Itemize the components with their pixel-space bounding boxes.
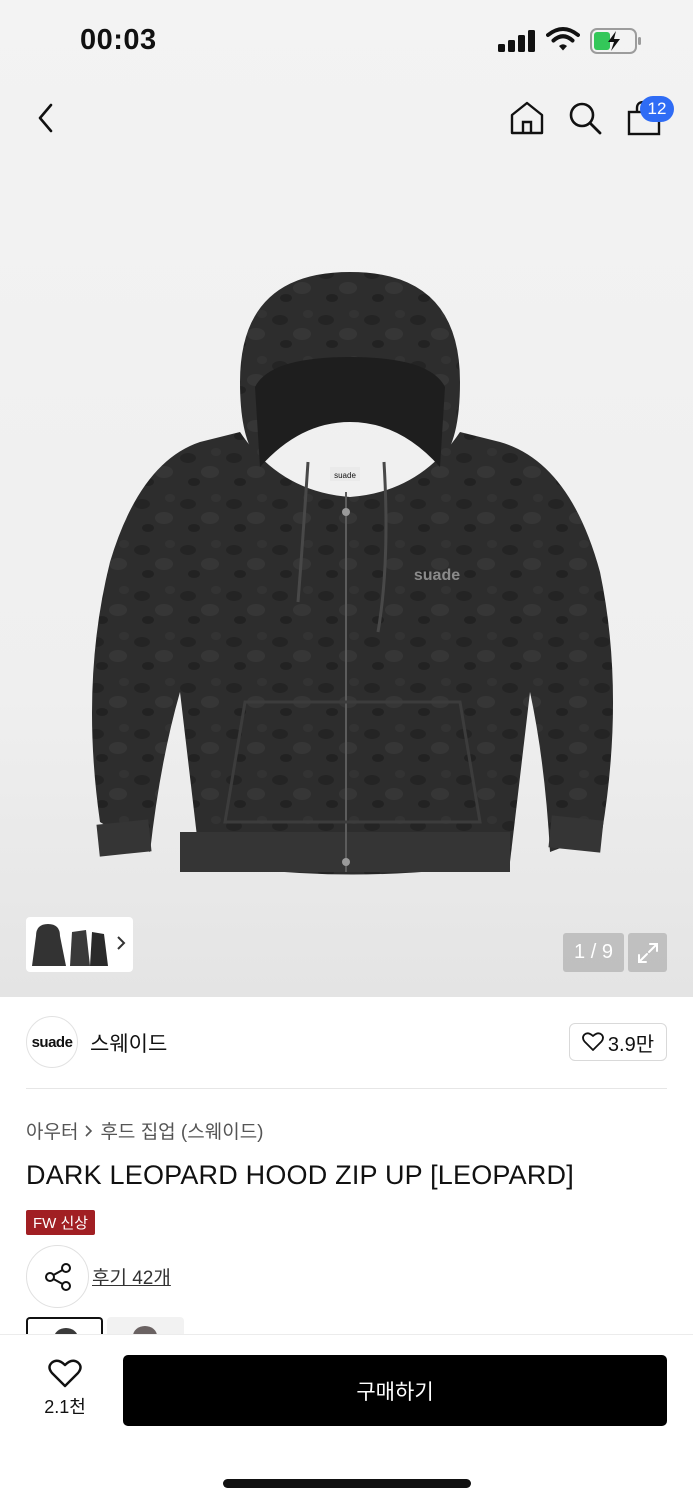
new-season-tag: FW 신상 xyxy=(26,1210,96,1235)
divider xyxy=(26,1088,667,1089)
status-bar: 00:03 xyxy=(0,0,693,84)
back-button[interactable] xyxy=(24,88,68,148)
home-icon xyxy=(510,101,544,135)
heart-icon xyxy=(48,1359,82,1388)
buy-button[interactable]: 구매하기 xyxy=(123,1355,667,1426)
brand-row: suade 스웨이드 3.9만 xyxy=(26,1016,667,1070)
breadcrumb-category[interactable]: 아우터 xyxy=(26,1117,78,1144)
breadcrumb: 아우터 후드 집업 (스웨이드) xyxy=(26,1117,264,1144)
brand-name[interactable]: 스웨이드 xyxy=(90,1028,167,1058)
svg-text:suade: suade xyxy=(334,471,356,480)
battery-charging-icon xyxy=(590,28,641,54)
wifi-icon xyxy=(546,27,580,51)
chevron-right-icon xyxy=(117,936,126,950)
product-image[interactable]: suade suade xyxy=(40,262,660,912)
bottom-bar: 2.1천 구매하기 xyxy=(0,1334,693,1500)
top-nav xyxy=(0,88,693,152)
search-button[interactable] xyxy=(563,88,607,148)
status-time: 00:03 xyxy=(80,24,157,56)
expand-button[interactable] xyxy=(628,933,667,972)
share-button[interactable] xyxy=(26,1245,89,1308)
expand-icon xyxy=(637,942,658,963)
brand-like-button[interactable]: 3.9만 xyxy=(569,1023,667,1061)
brand-logo[interactable]: suade xyxy=(26,1016,78,1068)
thumbnail-images xyxy=(32,923,108,966)
cart-count-badge: 12 xyxy=(640,96,674,122)
image-counter: 1 / 9 xyxy=(563,933,624,972)
signal-icon xyxy=(498,30,535,52)
search-icon xyxy=(569,102,602,135)
svg-text:suade: suade xyxy=(414,567,460,584)
thumbnail-strip[interactable] xyxy=(26,917,133,972)
heart-icon xyxy=(581,1032,604,1051)
back-icon xyxy=(38,103,53,133)
breadcrumb-subcategory[interactable]: 후드 집업 (스웨이드) xyxy=(100,1117,263,1144)
product-gallery[interactable]: 00:03 12 suade suade 1 / 9 xyxy=(0,0,693,997)
brand-like-count: 3.9만 xyxy=(607,1033,655,1056)
home-indicator xyxy=(223,1479,471,1488)
wishlist-count: 2.1천 xyxy=(44,1397,86,1417)
share-icon xyxy=(44,1262,71,1291)
review-link[interactable]: 후기 42개 xyxy=(92,1263,171,1290)
product-title: DARK LEOPARD HOOD ZIP UP [LEOPARD] xyxy=(26,1160,574,1190)
wishlist-button[interactable]: 2.1천 xyxy=(26,1359,104,1429)
chevron-right-icon xyxy=(85,1124,93,1137)
home-button[interactable] xyxy=(505,88,549,148)
